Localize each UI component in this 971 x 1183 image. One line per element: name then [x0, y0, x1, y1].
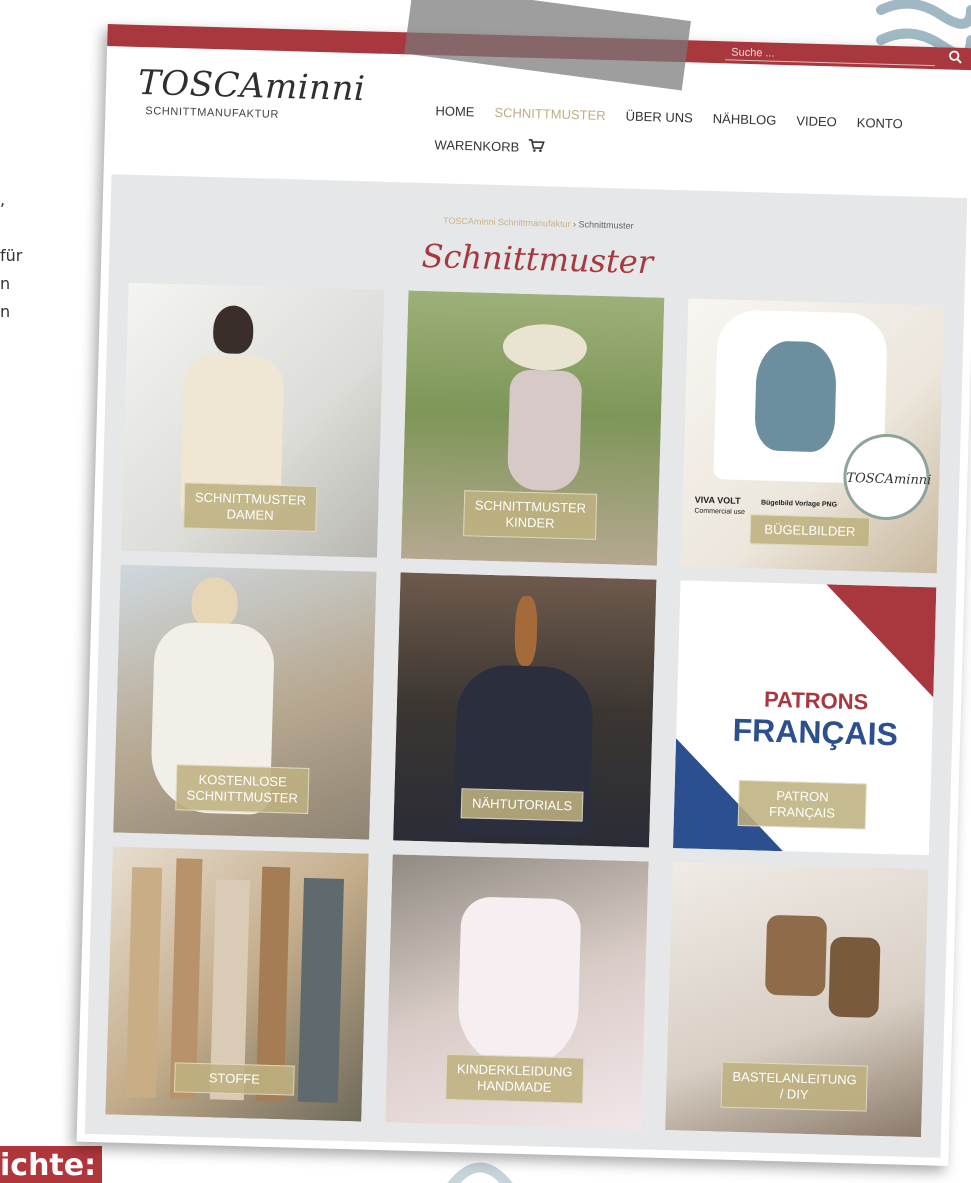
buegel-caption-right: Bügelbild Vorlage PNG [760, 499, 838, 509]
buegel-caption-left: VIVA VOLT [694, 494, 741, 506]
bottom-heading-banner: ichte: [0, 1146, 103, 1183]
tile-kinderkleidung-handmade[interactable]: KINDERKLEIDUNG HANDMADE [385, 854, 649, 1130]
main-navigation: HOME SCHNITTMUSTER ÜBER UNS NÄHBLOG VIDE… [434, 103, 935, 166]
cart-label: WARENKORB [434, 137, 520, 155]
tile-label: KINDERKLEIDUNG HANDMADE [445, 1053, 584, 1104]
corner-red [823, 584, 937, 698]
tape-strip [404, 0, 691, 91]
fabric-roll [297, 877, 344, 1103]
figure-dress [506, 369, 583, 492]
patron-line-2: FRANÇAIS [732, 711, 899, 753]
figure-stand-top [514, 595, 538, 667]
tile-label: NÄHTUTORIALS [460, 788, 584, 822]
nav-row-2: WARENKORB [434, 136, 934, 166]
page-title: Schnittmuster [421, 236, 654, 282]
category-grid: SCHNITTMUSTER DAMEN SCHNITTMUSTER KINDER [105, 282, 946, 1138]
search-input[interactable]: Suche ... [725, 44, 936, 67]
figure-head [190, 576, 239, 628]
tile-label: PATRON FRANÇAIS [737, 779, 867, 830]
tile-stoffe[interactable]: STOFFE [105, 846, 369, 1122]
nav-item-schnittmuster[interactable]: SCHNITTMUSTER [494, 105, 606, 123]
site-logo[interactable]: TOSCAminni SCHNITTMANUFAKTUR [137, 63, 366, 123]
tile-buegelbilder[interactable]: VIVA VOLT Bügelbild Vorlage PNG Commerci… [680, 298, 945, 574]
figure-twine-spool [828, 936, 881, 1018]
tile-label: SCHNITTMUSTER DAMEN [183, 482, 318, 533]
nav-item-warenkorb[interactable]: WARENKORB [434, 136, 546, 155]
patron-heading: PATRONS FRANÇAIS [730, 686, 902, 754]
tile-label: STOFFE [173, 1062, 295, 1096]
edge-text-1: , [0, 190, 6, 209]
tile-label: BASTELANLEITUNG / DIY [720, 1061, 869, 1112]
tile-kostenlose-schnittmuster[interactable]: KOSTENLOSE SCHNITTMUSTER [113, 564, 377, 840]
nav-item-video[interactable]: VIDEO [796, 113, 837, 129]
breadcrumb-separator: › [572, 219, 577, 230]
edge-text-3: n [0, 274, 11, 293]
nav-item-home[interactable]: HOME [435, 103, 474, 119]
figure-dress [456, 896, 582, 1070]
search-icon [949, 50, 962, 64]
cart-icon [529, 139, 546, 152]
tile-patron-francais[interactable]: PATRONS FRANÇAIS PATRON FRANÇAIS [672, 580, 937, 856]
nav-item-ueber-uns[interactable]: ÜBER UNS [625, 109, 693, 126]
tile-label: KOSTENLOSE SCHNITTMUSTER [175, 764, 310, 814]
figure-twine-spool [764, 914, 828, 997]
tile-label: SCHNITTMUSTER KINDER [463, 490, 598, 540]
figure-head [212, 305, 254, 355]
logo-wordmark: TOSCAminni [137, 62, 366, 110]
nav-row-1: HOME SCHNITTMUSTER ÜBER UNS NÄHBLOG VIDE… [435, 103, 935, 132]
breadcrumb-current: Schnittmuster [578, 219, 634, 231]
search-button[interactable] [943, 48, 968, 69]
nav-item-naehblog[interactable]: NÄHBLOG [713, 111, 777, 128]
website-screenshot: Suche ... TOSCAminni SCHNITTMANUFAKTUR H… [76, 0, 971, 1166]
fabric-roll [125, 867, 163, 1098]
figure-hat [502, 323, 588, 372]
tile-schnittmuster-damen[interactable]: SCHNITTMUSTER DAMEN [121, 282, 385, 558]
edge-text-4: n [0, 302, 11, 321]
breadcrumb-home-link[interactable]: TOSCAminni Schnittmanufaktur [443, 215, 571, 229]
nav-item-konto[interactable]: KONTO [857, 115, 903, 131]
edge-text-2: für [0, 246, 23, 265]
tile-label: BÜGELBILDER [749, 514, 871, 548]
tile-schnittmuster-kinder[interactable]: SCHNITTMUSTER KINDER [400, 290, 665, 566]
tile-bastelanleitung-diy[interactable]: BASTELANLEITUNG / DIY [665, 862, 929, 1138]
content-area: TOSCAminni Schnittmanufaktur › Schnittmu… [84, 174, 968, 1158]
figure-print [754, 340, 838, 453]
buegel-badge: TOSCAminni [842, 432, 932, 522]
screenshot-stage: , für n n ichte: Suche ... TOSCAminni SC… [0, 0, 971, 1183]
tile-naehtutorials[interactable]: NÄHTUTORIALS [393, 572, 657, 848]
